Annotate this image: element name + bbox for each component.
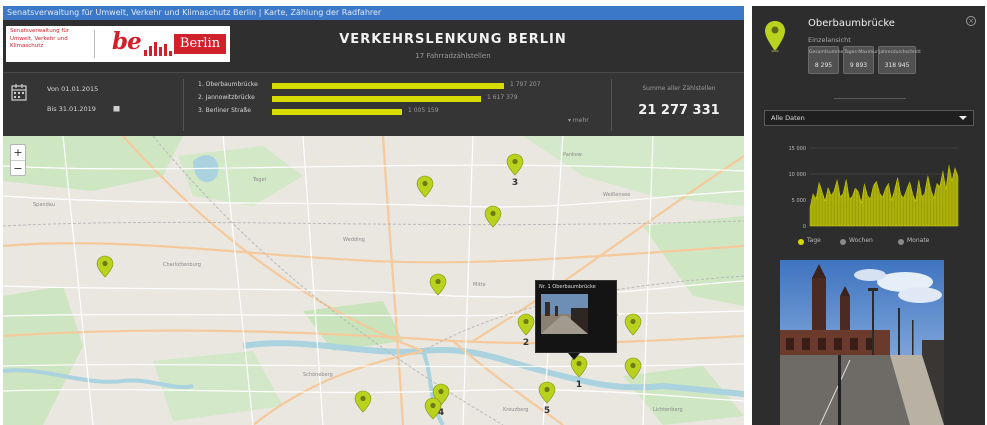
ranking-bar	[272, 109, 402, 115]
date-to[interactable]: Bis 31.01.2019	[47, 105, 96, 113]
ranking-bar	[272, 83, 504, 89]
page-subtitle: 17 Fahrradzählstellen	[415, 52, 491, 60]
logo-be-text: be	[112, 28, 142, 55]
sum-value: 21 277 331	[638, 103, 720, 118]
logo-org-text: Senatsverwaltung für Umwelt, Verkehr und…	[10, 28, 70, 49]
stat-box-year-avg: Jahresdurchschnitt 318 945	[878, 46, 921, 74]
calendar-icon[interactable]	[11, 83, 27, 101]
y-tick-label: 0	[803, 224, 806, 230]
legend-dot	[898, 239, 904, 245]
ranking-value: 1 617 379	[487, 94, 518, 101]
legend-label: Monate	[907, 237, 930, 244]
header: Senatsverwaltung für Umwelt, Verkehr und…	[3, 20, 744, 72]
panel-subtitle: Einzelansicht	[808, 36, 851, 44]
ranking-label: 3. Berliner Straße	[198, 107, 251, 114]
stat-label: Tages-Maximum	[844, 50, 881, 55]
map-marker-b[interactable]	[484, 205, 502, 228]
map-popup[interactable]: Nr. 1 Oberbaumbrücke	[535, 280, 617, 353]
senate-logo[interactable]: Senatsverwaltung für Umwelt, Verkehr und…	[6, 26, 230, 62]
stat-value: 8 295	[814, 62, 833, 69]
page-title: VERKEHRSLENKUNG BERLIN	[339, 32, 567, 47]
screenshot: Senatsverwaltung für Umwelt, Verkehr und…	[0, 0, 987, 425]
stat-value: 318 945	[884, 62, 910, 69]
legend-label: Wochen	[849, 237, 873, 244]
marker-number: 1	[576, 380, 582, 390]
stat-value: 9 893	[849, 62, 868, 69]
stat-label: Jahresdurchschnitt	[879, 50, 921, 55]
logo-bars-icon	[144, 42, 172, 56]
y-tick-label: 5 000	[792, 198, 806, 204]
marker-layer: 32154	[96, 153, 642, 420]
sum-label: Summe aller Zählstellen	[642, 85, 716, 92]
chevron-down-icon	[959, 116, 967, 120]
divider	[183, 79, 184, 131]
popup-photo[interactable]	[541, 294, 588, 334]
count-chart[interactable]: 15 000 10 000 5 000 0	[762, 142, 972, 232]
divider	[611, 79, 612, 131]
map-marker-5[interactable]: 5	[538, 381, 556, 416]
ranking-label: 2. Jannowitzbrücke	[198, 94, 255, 101]
legend-dot	[840, 239, 846, 245]
map-marker-f[interactable]	[624, 357, 642, 380]
date-range-value: Alle Daten	[771, 114, 805, 122]
map-marker-3[interactable]: 3	[506, 153, 524, 188]
detail-panel: × Oberbaumbrücke Einzelansicht Gesamtsum…	[752, 6, 985, 425]
location-marker-icon	[765, 21, 785, 52]
popup-title: Nr. 1 Oberbaumbrücke	[539, 284, 596, 290]
map-marker-a[interactable]	[416, 175, 434, 198]
logo-separator	[94, 30, 95, 58]
divider	[834, 98, 906, 99]
map-marker-c[interactable]	[96, 255, 114, 278]
ranking-value: 1 005 159	[408, 107, 439, 114]
marker-number: 3	[512, 178, 518, 188]
stats-bar: Von 01.01.2015 Bis 31.01.2019 1. Oberbau…	[3, 72, 744, 136]
marker-number: 2	[523, 338, 529, 348]
ranking-bar	[272, 96, 481, 102]
popup-pointer	[568, 353, 580, 360]
date-from[interactable]: Von 01.01.2015	[47, 85, 98, 93]
date-picker-icon[interactable]	[113, 105, 120, 112]
legend-label: Tage	[807, 237, 821, 244]
more-link[interactable]: ▾ mehr	[568, 117, 589, 124]
map[interactable]: Spandau Tegel Pankow Weißensee Wedding Charl…	[3, 136, 744, 425]
stat-box-total: Gesamtsumme 8 295	[808, 46, 844, 74]
stat-box-day-max: Tages-Maximum 9 893	[843, 46, 881, 74]
location-photo[interactable]	[780, 260, 944, 425]
map-marker-e[interactable]	[624, 313, 642, 336]
logo-berlin-text: Berlin	[174, 34, 226, 54]
map-marker-g[interactable]	[354, 390, 372, 413]
window-title: Senatsverwaltung für Umwelt, Verkehr und…	[3, 6, 744, 20]
date-range-select[interactable]: Alle Daten	[764, 110, 974, 126]
map-marker-1[interactable]: 1	[570, 355, 588, 390]
y-tick-label: 15 000	[789, 146, 807, 152]
close-icon[interactable]: ×	[966, 16, 976, 26]
map-marker-2[interactable]: 2	[517, 313, 535, 348]
ranking-value: 1 797 207	[510, 81, 541, 88]
panel-title: Oberbaumbrücke	[808, 18, 895, 29]
marker-number: 5	[544, 406, 550, 416]
y-tick-label: 10 000	[789, 172, 807, 178]
stat-label: Gesamtsumme	[809, 50, 844, 55]
map-marker-d[interactable]	[429, 273, 447, 296]
ranking-label: 1. Oberbaumbrücke	[198, 81, 258, 88]
dashboard: Senatsverwaltung für Umwelt, Verkehr und…	[3, 6, 744, 425]
legend-dot	[798, 239, 804, 245]
